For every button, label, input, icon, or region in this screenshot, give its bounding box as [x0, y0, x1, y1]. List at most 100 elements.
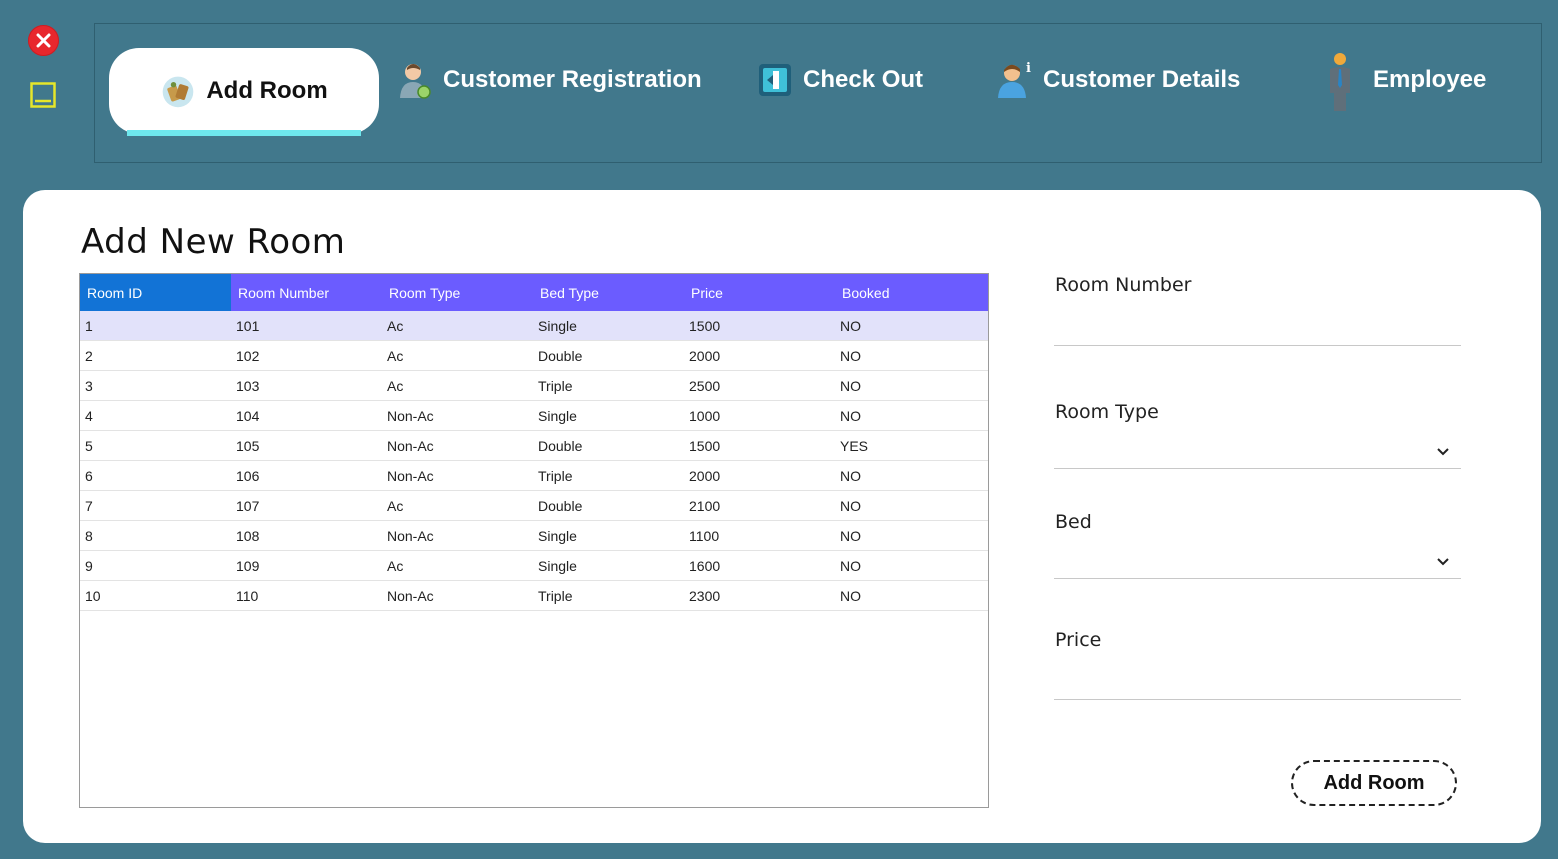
table-cell: 4: [80, 400, 231, 431]
column-header-room-type[interactable]: Room Type: [382, 274, 533, 311]
table-cell: Triple: [533, 460, 684, 491]
table-cell: 5: [80, 430, 231, 461]
table-cell: 9: [80, 550, 231, 581]
table-row[interactable]: 8 108 Non-Ac Single 1100 NO: [80, 520, 988, 551]
room-type-label: Room Type: [1055, 401, 1159, 423]
table-row[interactable]: 10 110 Non-Ac Triple 2300 NO: [80, 580, 988, 611]
table-cell: Single: [533, 400, 684, 431]
table-cell: Double: [533, 490, 684, 521]
tab-customer-registration[interactable]: Customer Registration: [397, 48, 702, 112]
table-cell: 1: [80, 311, 231, 341]
table-cell: 103: [231, 370, 382, 401]
chevron-down-icon: [1437, 558, 1449, 566]
table-cell: Single: [533, 550, 684, 581]
table-row[interactable]: 6 106 Non-Ac Triple 2000 NO: [80, 460, 988, 491]
room-key-icon: [160, 71, 196, 111]
tab-label: Customer Details: [1043, 66, 1241, 93]
close-icon: [36, 33, 51, 48]
tab-label: Employee: [1373, 66, 1487, 93]
table-cell: Non-Ac: [382, 460, 533, 491]
table-cell: Triple: [533, 580, 684, 611]
table-cell: NO: [835, 370, 988, 401]
table-cell: Ac: [382, 340, 533, 371]
table-cell: 107: [231, 490, 382, 521]
close-button[interactable]: [28, 25, 59, 56]
chevron-down-icon: [1437, 448, 1449, 456]
table-cell: Double: [533, 430, 684, 461]
table-cell: 10: [80, 580, 231, 611]
table-cell: 2000: [684, 460, 835, 491]
table-cell: 2000: [684, 340, 835, 371]
table-cell: Non-Ac: [382, 430, 533, 461]
table-cell: 1600: [684, 550, 835, 581]
table-row[interactable]: 1 101 Ac Single 1500 NO: [80, 311, 988, 341]
table-cell: 101: [231, 311, 382, 341]
page-title: Add New Room: [81, 222, 346, 262]
table-cell: Ac: [382, 550, 533, 581]
tab-customer-details[interactable]: i Customer Details: [997, 48, 1240, 112]
add-room-button[interactable]: Add Room: [1291, 760, 1457, 806]
table-cell: 3: [80, 370, 231, 401]
table-cell: 6: [80, 460, 231, 491]
table-cell: 7: [80, 490, 231, 521]
table-header-row: Room ID Room Number Room Type Bed Type P…: [80, 274, 988, 311]
table-row[interactable]: 3 103 Ac Triple 2500 NO: [80, 370, 988, 401]
tab-check-out[interactable]: Check Out: [757, 48, 923, 112]
table-cell: Non-Ac: [382, 520, 533, 551]
table-cell: 105: [231, 430, 382, 461]
tab-label: Add Room: [206, 77, 328, 104]
tab-employee[interactable]: Employee: [1315, 48, 1486, 112]
price-input[interactable]: [1054, 669, 1461, 700]
tab-add-room[interactable]: Add Room: [109, 48, 379, 134]
table-cell: 108: [231, 520, 382, 551]
table-cell: Ac: [382, 370, 533, 401]
table-row[interactable]: 5 105 Non-Ac Double 1500 YES: [80, 430, 988, 461]
table-cell: NO: [835, 311, 988, 341]
employee-icon: [1315, 53, 1359, 111]
table-row[interactable]: 4 104 Non-Ac Single 1000 NO: [80, 400, 988, 431]
column-header-room-id[interactable]: Room ID: [80, 274, 231, 311]
table-cell: NO: [835, 340, 988, 371]
table-cell: Double: [533, 340, 684, 371]
table-cell: 102: [231, 340, 382, 371]
price-label: Price: [1055, 629, 1102, 651]
table-cell: Non-Ac: [382, 400, 533, 431]
active-tab-indicator: [127, 130, 361, 136]
table-cell: NO: [835, 520, 988, 551]
customer-details-icon: i: [997, 60, 1033, 100]
table-row[interactable]: 9 109 Ac Single 1600 NO: [80, 550, 988, 581]
table-cell: 2300: [684, 580, 835, 611]
table-cell: 1500: [684, 311, 835, 341]
room-type-select[interactable]: [1054, 438, 1461, 469]
table-cell: Triple: [533, 370, 684, 401]
table-row[interactable]: 7 107 Ac Double 2100 NO: [80, 490, 988, 521]
column-header-price[interactable]: Price: [684, 274, 835, 311]
table-cell: Single: [533, 311, 684, 341]
check-out-icon: [757, 60, 793, 100]
table-cell: Non-Ac: [382, 580, 533, 611]
table-cell: 1000: [684, 400, 835, 431]
rooms-table[interactable]: Room ID Room Number Room Type Bed Type P…: [79, 273, 989, 808]
tab-label: Check Out: [803, 66, 924, 93]
column-header-room-number[interactable]: Room Number: [231, 274, 382, 311]
table-cell: NO: [835, 550, 988, 581]
table-cell: Ac: [382, 490, 533, 521]
minimize-button[interactable]: [30, 82, 56, 108]
minimize-icon: [30, 82, 56, 108]
table-row[interactable]: 2 102 Ac Double 2000 NO: [80, 340, 988, 371]
bed-select[interactable]: [1054, 548, 1461, 579]
table-cell: NO: [835, 460, 988, 491]
customer-registration-icon: [397, 60, 433, 100]
table-cell: NO: [835, 400, 988, 431]
table-cell: 2100: [684, 490, 835, 521]
column-header-bed-type[interactable]: Bed Type: [533, 274, 684, 311]
table-cell: 1500: [684, 430, 835, 461]
table-cell: 109: [231, 550, 382, 581]
column-header-booked[interactable]: Booked: [835, 274, 988, 311]
table-cell: 106: [231, 460, 382, 491]
room-number-label: Room Number: [1055, 274, 1192, 296]
room-number-input[interactable]: [1054, 315, 1461, 346]
table-cell: Ac: [382, 311, 533, 341]
bed-label: Bed: [1055, 511, 1092, 533]
top-navigation: Add Room Customer Registration Check Out: [94, 23, 1542, 163]
